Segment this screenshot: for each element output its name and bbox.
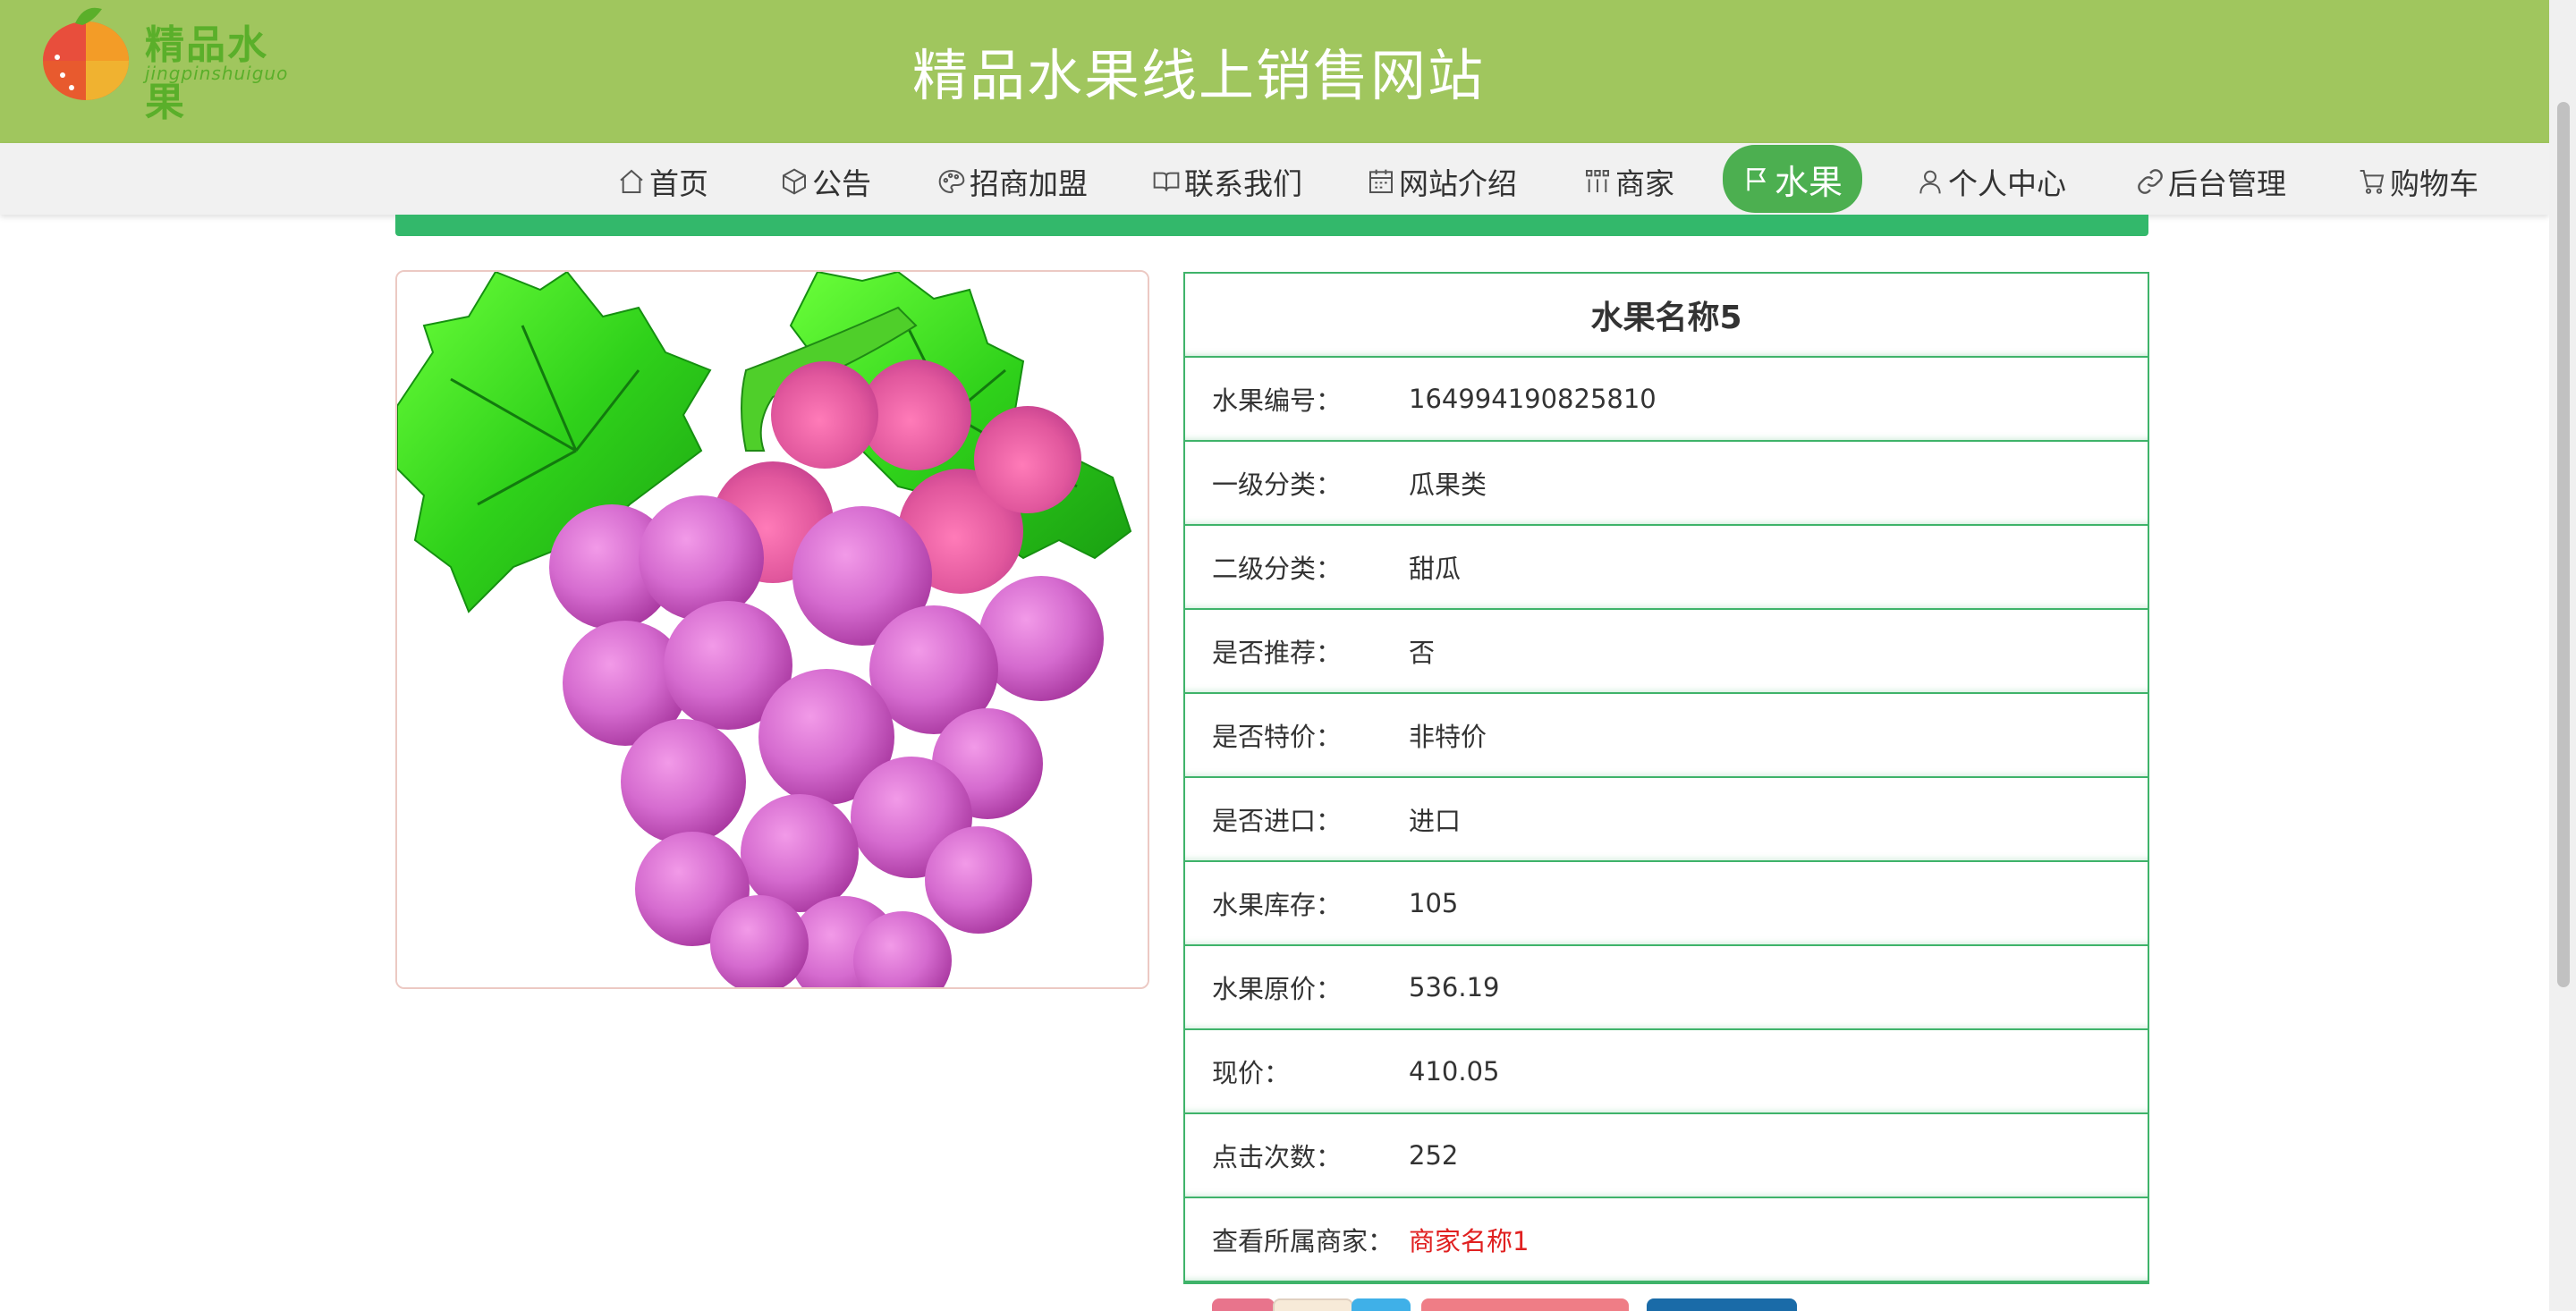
nav-cart[interactable]: 购物车 <box>2358 154 2479 209</box>
merchant-link[interactable]: 商家名称1 <box>1409 1221 2148 1258</box>
detail-label: 水果原价： <box>1212 974 1343 1004</box>
detail-value: 甜瓜 <box>1409 554 1462 584</box>
nav-about[interactable]: 网站介绍 <box>1367 154 1517 209</box>
nav-home-label: 首页 <box>649 166 708 201</box>
nav-notice[interactable]: 公告 <box>780 154 871 209</box>
buy-now-button[interactable] <box>1647 1298 1797 1311</box>
detail-value: 否 <box>1409 638 1436 668</box>
detail-label: 水果库存： <box>1212 890 1343 920</box>
detail-value: 536.19 <box>1409 972 1500 1002</box>
detail-row-merchant: 查看所属商家： 商家名称1 <box>1185 1198 2148 1282</box>
detail-row-id: 水果编号： 164994190825810 <box>1185 358 2148 442</box>
nav-contact[interactable]: 联系我们 <box>1152 154 1302 209</box>
page: 精品水果 jingpinshuiguo 精品水果线上销售网站 首页 公告 招商加… <box>0 0 2576 1311</box>
grape-bunch-image <box>397 272 1148 987</box>
detail-value: 252 <box>1409 1140 1459 1171</box>
nav-admin-label: 后台管理 <box>2168 166 2286 201</box>
nav-home[interactable]: 首页 <box>617 154 708 209</box>
detail-label: 现价： <box>1212 1058 1291 1088</box>
detail-value: 410.05 <box>1409 1056 1500 1087</box>
detail-label: 水果编号： <box>1212 385 1343 416</box>
nav-admin[interactable]: 后台管理 <box>2136 154 2286 209</box>
nav-profile-label: 个人中心 <box>1948 166 2066 201</box>
detail-row-category2: 二级分类： 甜瓜 <box>1185 526 2148 610</box>
book-icon <box>1153 172 1180 191</box>
detail-row-special-price: 是否特价： 非特价 <box>1185 694 2148 778</box>
detail-label: 二级分类： <box>1212 554 1343 584</box>
cube-icon <box>783 168 806 195</box>
nav-about-label: 网站介绍 <box>1399 166 1517 201</box>
quantity-input[interactable] <box>1273 1298 1353 1311</box>
scrollbar[interactable] <box>2549 0 2576 1311</box>
nav-merchants-label: 商家 <box>1615 166 1674 201</box>
detail-value: 164994190825810 <box>1409 384 1657 414</box>
grid-icon <box>1586 170 1609 192</box>
detail-value: 105 <box>1409 888 1459 918</box>
cart-icon <box>2360 170 2385 194</box>
nav-notice-label: 公告 <box>812 166 871 201</box>
section-divider-bar <box>395 215 2148 236</box>
calendar-icon <box>1369 169 1393 193</box>
product-image <box>395 270 1149 989</box>
home-icon <box>620 169 643 193</box>
detail-label: 是否特价： <box>1212 722 1343 752</box>
detail-value: 瓜果类 <box>1409 469 1487 500</box>
detail-label: 点击次数： <box>1212 1142 1343 1172</box>
action-button-1[interactable] <box>1212 1298 1275 1311</box>
nav-fruit[interactable]: 水果 <box>1723 145 1863 213</box>
detail-row-clicks: 点击次数： 252 <box>1185 1114 2148 1198</box>
nav-contact-label: 联系我们 <box>1184 166 1302 201</box>
detail-label: 一级分类： <box>1212 469 1343 500</box>
link-icon <box>2138 169 2163 194</box>
nav-franchise-label: 招商加盟 <box>970 166 1088 201</box>
nav-fruit-label: 水果 <box>1775 162 1843 202</box>
add-to-cart-button[interactable] <box>1421 1298 1629 1311</box>
detail-row-recommended: 是否推荐： 否 <box>1185 610 2148 694</box>
product-name: 水果名称5 <box>1185 274 2148 358</box>
flag-icon <box>1747 168 1767 191</box>
scrollbar-thumb[interactable] <box>2557 102 2570 987</box>
detail-label: 查看所属商家： <box>1212 1226 1394 1256</box>
detail-value: 进口 <box>1409 806 1462 836</box>
detail-row-original-price: 水果原价： 536.19 <box>1185 946 2148 1030</box>
detail-value: 非特价 <box>1409 722 1487 752</box>
nav-profile[interactable]: 个人中心 <box>1916 154 2066 209</box>
detail-label: 是否推荐： <box>1212 638 1343 668</box>
nav-cart-label: 购物车 <box>2390 166 2479 201</box>
user-icon <box>1919 170 1941 194</box>
site-title: 精品水果线上销售网站 <box>911 43 1485 108</box>
action-button-2[interactable] <box>1352 1298 1411 1311</box>
product-details-table: 水果名称5 水果编号： 164994190825810 一级分类： 瓜果类 二级… <box>1183 272 2149 1284</box>
detail-row-category1: 一级分类： 瓜果类 <box>1185 442 2148 526</box>
detail-label: 是否进口： <box>1212 806 1343 836</box>
nav-merchants[interactable]: 商家 <box>1583 154 1674 209</box>
site-header: 精品水果 jingpinshuiguo 精品水果线上销售网站 <box>0 0 2549 143</box>
palette-icon <box>938 169 965 194</box>
nav-franchise[interactable]: 招商加盟 <box>937 154 1088 209</box>
detail-row-current-price: 现价： 410.05 <box>1185 1030 2148 1114</box>
detail-row-stock: 水果库存： 105 <box>1185 862 2148 946</box>
main-nav: 首页 公告 招商加盟 联系我们 网站介绍 商家 水果 个人中心 后台管理 购物车 <box>0 143 2549 215</box>
detail-row-imported: 是否进口： 进口 <box>1185 778 2148 862</box>
